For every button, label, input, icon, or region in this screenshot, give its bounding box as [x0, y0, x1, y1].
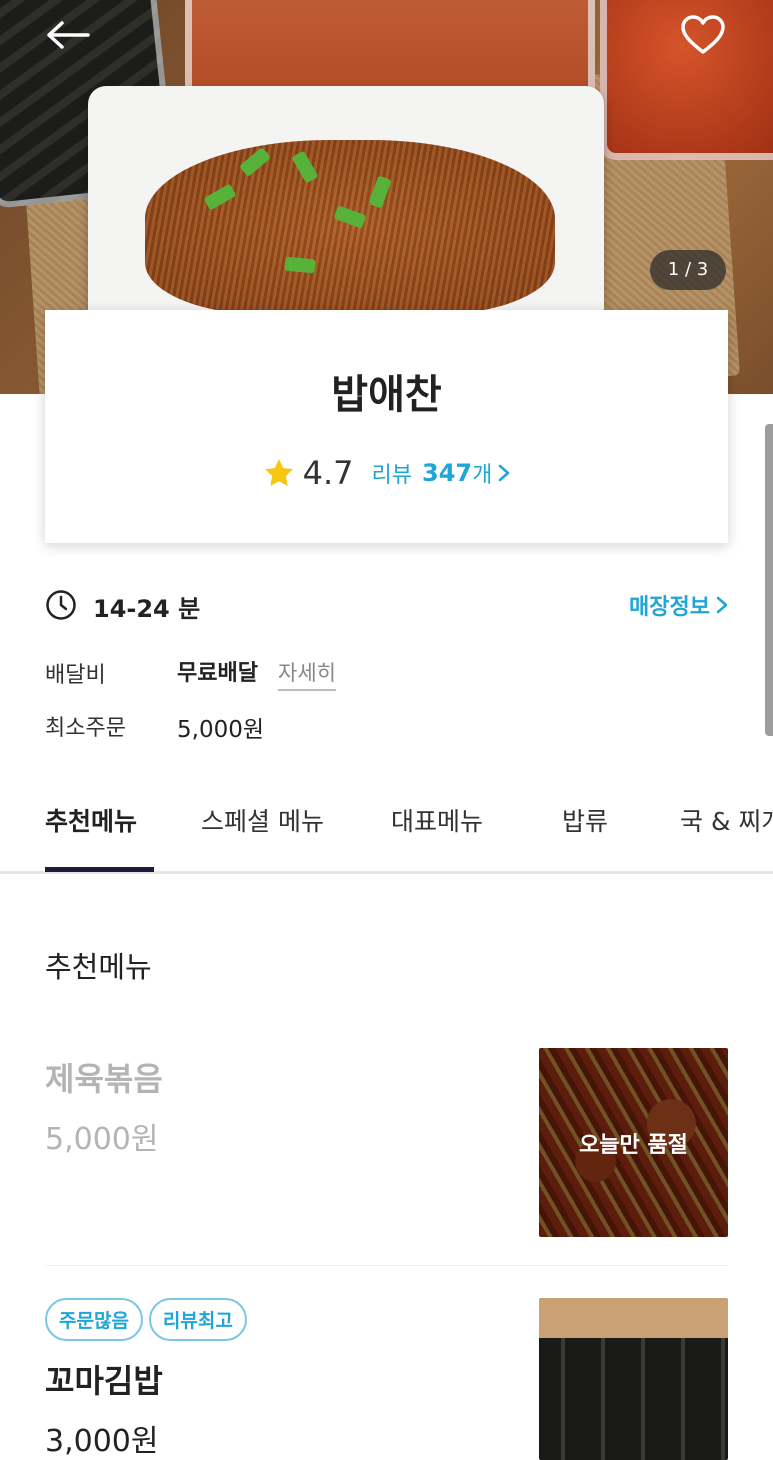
review-unit: 개	[472, 463, 493, 488]
delivery-fee-label: 배달비	[45, 663, 106, 688]
badge-top-review: 리뷰최고	[148, 1298, 247, 1341]
scrollbar[interactable]	[765, 424, 773, 736]
store-info-link[interactable]: 매장정보	[629, 589, 728, 621]
menu-item-name: 제육볶음	[45, 1060, 163, 1098]
tab-rice[interactable]: 밥류	[562, 802, 608, 838]
store-info-label: 매장정보	[629, 595, 710, 620]
menu-item-price: 3,000원	[45, 1424, 159, 1459]
section-title: 추천메뉴	[45, 950, 152, 984]
review-count: 347	[422, 459, 473, 487]
divider	[45, 1265, 728, 1266]
tab-signature[interactable]: 대표메뉴	[391, 802, 483, 838]
rating-value: 4.7	[302, 454, 354, 492]
badge-popular: 주문많음	[45, 1298, 143, 1341]
chevron-right-icon	[716, 596, 728, 614]
menu-item-image: 오늘만 품절	[539, 1048, 728, 1237]
tab-recommended[interactable]: 추천메뉴	[45, 802, 137, 838]
review-label: 리뷰	[371, 463, 412, 488]
delivery-fee-value: 무료배달	[177, 661, 258, 686]
store-name: 밥애찬	[331, 372, 442, 418]
menu-item-image	[539, 1298, 728, 1460]
arrow-left-icon[interactable]	[44, 20, 90, 50]
menu-item-name: 꼬마김밥	[45, 1362, 163, 1400]
star-icon	[264, 459, 293, 486]
rating-row: 4.7 리뷰 347 개	[45, 453, 728, 493]
chevron-right-icon	[499, 464, 510, 482]
tab-soup-stew[interactable]: 국 & 찌개	[680, 802, 773, 838]
soldout-label: 오늘만 품절	[539, 1048, 728, 1237]
menu-item[interactable]: 제육볶음 5,000원 오늘만 품절	[45, 1048, 728, 1238]
badge-list: 주문많음 리뷰최고	[45, 1298, 247, 1341]
store-card: 밥애찬 4.7 리뷰 347 개	[45, 310, 728, 543]
menu-tabs: 추천메뉴 스페셜 메뉴 대표메뉴 밥류 국 & 찌개	[0, 790, 773, 874]
tab-special[interactable]: 스페셜 메뉴	[201, 802, 324, 838]
min-order-label: 최소주문	[45, 716, 126, 741]
menu-item-price: 5,000원	[45, 1122, 159, 1157]
store-page: 1 / 3 밥애찬 4.7 리뷰 347 개 14-24 분 매장정보 배달비 …	[0, 0, 773, 1460]
active-tab-indicator	[45, 867, 154, 872]
image-pager: 1 / 3	[650, 250, 726, 290]
min-order-value: 5,000원	[177, 717, 265, 743]
heart-outline-icon[interactable]	[680, 14, 726, 56]
review-link[interactable]: 리뷰 347 개	[372, 457, 511, 489]
clock-icon	[46, 590, 76, 620]
delivery-time: 14-24 분	[93, 595, 201, 623]
menu-item[interactable]: 주문많음 리뷰최고 꼬마김밥 3,000원	[45, 1298, 728, 1460]
delivery-fee-detail-link[interactable]: 자세히	[278, 657, 336, 691]
